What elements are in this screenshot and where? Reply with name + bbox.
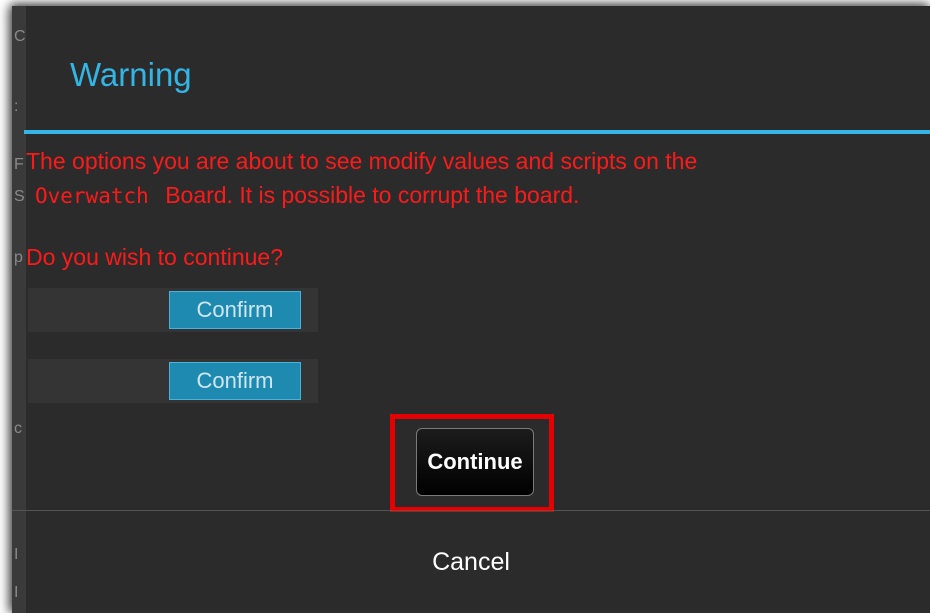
background-glyph: c: [14, 420, 22, 437]
background-glyph: p: [14, 249, 23, 266]
warning-message-line-2-text: Board. It is possible to corrupt the boa…: [165, 182, 580, 208]
dialog-title: Warning: [70, 56, 192, 93]
confirm-button-2[interactable]: Confirm: [169, 362, 301, 400]
title-divider: [24, 130, 930, 134]
warning-dialog: C : F S p c I I Warning The options you …: [12, 6, 930, 613]
confirm-button-1[interactable]: Confirm: [169, 291, 301, 329]
background-glyph: F: [14, 156, 24, 173]
warning-message-line-1: The options you are about to see modify …: [26, 148, 698, 174]
continue-button[interactable]: Continue: [416, 428, 534, 496]
board-name: Overwatch: [35, 184, 149, 208]
background-glyph: C: [14, 28, 26, 45]
background-glyph: :: [14, 98, 19, 115]
warning-message-line-2: Overwatch Board. It is possible to corru…: [26, 182, 579, 209]
cancel-button[interactable]: Cancel: [12, 511, 930, 613]
background-glyph: S: [14, 188, 25, 205]
continue-question: Do you wish to continue?: [26, 244, 283, 270]
